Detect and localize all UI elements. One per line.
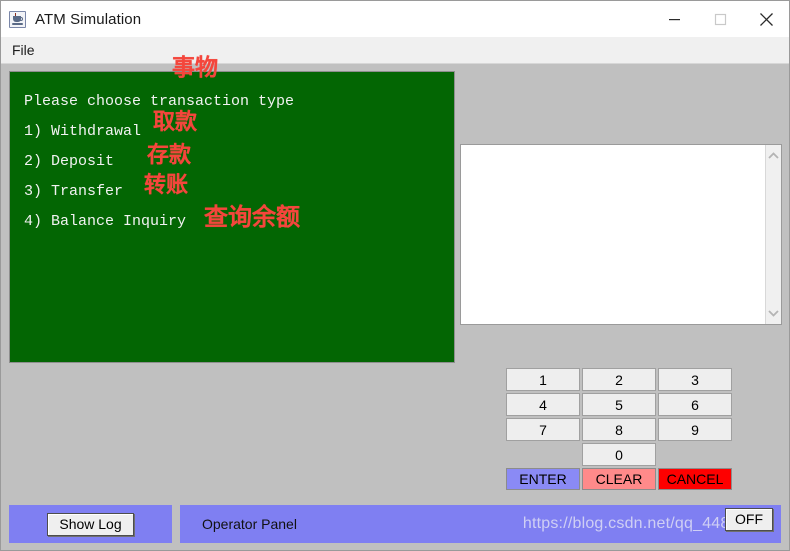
annotation-deposit: 存款	[147, 143, 192, 168]
menu-bar: File	[1, 37, 789, 64]
keypad-spacer-right	[658, 443, 732, 466]
annotation-withdrawal: 取款	[153, 110, 198, 135]
log-textarea[interactable]	[460, 144, 782, 325]
log-textarea-content[interactable]	[461, 145, 765, 324]
enter-button[interactable]: ENTER	[506, 468, 580, 490]
maximize-icon[interactable]	[697, 1, 743, 37]
keypad-row: 7 8 9	[506, 418, 738, 441]
keypad-row: 0	[506, 443, 738, 466]
key-1[interactable]: 1	[506, 368, 580, 391]
main-content-area: Please choose transaction type 1) Withdr…	[1, 65, 789, 550]
key-8[interactable]: 8	[582, 418, 656, 441]
key-5[interactable]: 5	[582, 393, 656, 416]
log-scrollbar[interactable]	[765, 145, 781, 324]
operator-panel: Operator Panel https://blog.csdn.net/qq_…	[180, 505, 781, 543]
minimize-icon[interactable]	[651, 1, 697, 37]
title-bar: ATM Simulation	[1, 1, 789, 37]
java-coffee-cup-icon	[9, 10, 26, 28]
key-9[interactable]: 9	[658, 418, 732, 441]
key-7[interactable]: 7	[506, 418, 580, 441]
close-icon[interactable]	[743, 1, 789, 37]
numeric-keypad: 1 2 3 4 5 6 7 8 9 0 ENTER CLEAR CANCEL	[506, 368, 738, 492]
cancel-button[interactable]: CANCEL	[658, 468, 732, 490]
key-0[interactable]: 0	[582, 443, 656, 466]
window-title: ATM Simulation	[35, 10, 142, 28]
key-4[interactable]: 4	[506, 393, 580, 416]
keypad-row: 1 2 3	[506, 368, 738, 391]
window-controls	[651, 1, 789, 37]
menu-item-file[interactable]: File	[3, 39, 43, 61]
off-button[interactable]: OFF	[725, 508, 773, 531]
keypad-spacer-left	[506, 443, 580, 466]
keypad-action-row: ENTER CLEAR CANCEL	[506, 468, 738, 490]
key-6[interactable]: 6	[658, 393, 732, 416]
operator-panel-label: Operator Panel	[202, 516, 297, 532]
show-log-button[interactable]: Show Log	[47, 512, 134, 536]
keypad-row: 4 5 6	[506, 393, 738, 416]
key-3[interactable]: 3	[658, 368, 732, 391]
bottom-bar: Show Log Operator Panel https://blog.csd…	[9, 505, 781, 543]
annotation-transfer: 转账	[144, 173, 189, 198]
clear-button[interactable]: CLEAR	[582, 468, 656, 490]
atm-simulation-window: ATM Simulation File Please choose transa…	[0, 0, 790, 551]
log-panel: Show Log	[9, 505, 172, 543]
key-2[interactable]: 2	[582, 368, 656, 391]
chevron-up-icon[interactable]	[766, 147, 781, 164]
annotation-balance-inquiry: 查询余额	[204, 203, 300, 231]
chevron-down-icon[interactable]	[766, 305, 781, 322]
annotation-transaction: 事物	[172, 55, 218, 81]
